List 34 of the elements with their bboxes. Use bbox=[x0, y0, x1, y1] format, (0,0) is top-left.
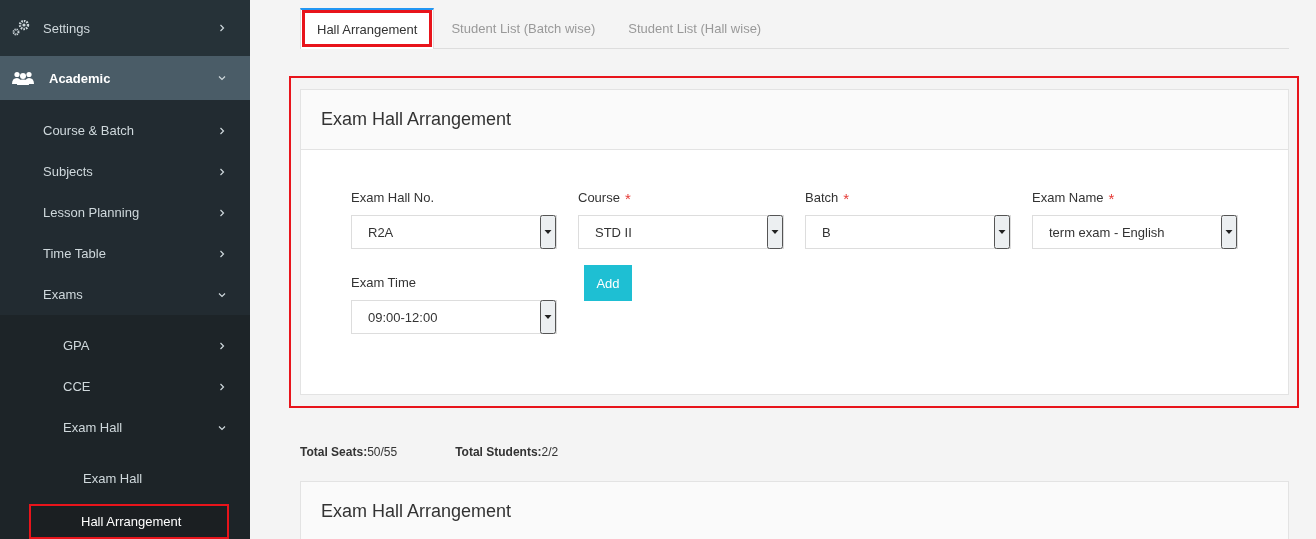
dropdown-icon bbox=[540, 300, 556, 334]
field-label: Course bbox=[578, 190, 620, 207]
total-text: Total Seats:50/55 bbox=[300, 445, 398, 459]
tab[interactable]: Hall Arrangement bbox=[300, 8, 435, 49]
sidebar-item[interactable]: Exam Hall bbox=[0, 407, 250, 448]
select-field[interactable]: B bbox=[805, 215, 1011, 249]
dropdown-icon bbox=[1221, 215, 1237, 249]
select-field[interactable]: STD II bbox=[578, 215, 784, 249]
field-label: Exam Name bbox=[1032, 190, 1104, 207]
sidebar-item[interactable]: Academic bbox=[0, 56, 250, 100]
dropdown-icon bbox=[994, 215, 1010, 249]
sidebar-item[interactable]: Hall Arrangement bbox=[29, 504, 229, 539]
sidebar-item[interactable]: Subjects bbox=[0, 151, 250, 192]
field-label: Exam Time bbox=[351, 275, 416, 292]
select-field[interactable]: R2A bbox=[351, 215, 557, 249]
dropdown-icon bbox=[767, 215, 783, 249]
select-field[interactable]: term exam - English bbox=[1032, 215, 1238, 249]
sidebar-item[interactable]: Settings bbox=[0, 0, 250, 56]
gears-icon bbox=[12, 20, 30, 36]
card-title: Exam Hall Arrangement bbox=[321, 109, 512, 130]
field-label: Exam Hall No. bbox=[351, 190, 435, 207]
select-field[interactable]: 09:00-12:00 bbox=[351, 300, 557, 334]
required-mark: * bbox=[624, 190, 631, 207]
total-text: Total Students:2/2 bbox=[455, 445, 559, 459]
required-mark: * bbox=[843, 190, 850, 207]
sidebar-item[interactable]: Time Table bbox=[0, 233, 250, 274]
required-mark: * bbox=[1108, 190, 1115, 207]
people-icon bbox=[12, 71, 34, 85]
sidebar-item[interactable]: Exams bbox=[0, 274, 250, 315]
card-title: Exam Hall Arrangement bbox=[321, 501, 512, 522]
sidebar-item[interactable]: CCE bbox=[0, 366, 250, 407]
sidebar-item[interactable]: Lesson Planning bbox=[0, 192, 250, 233]
dropdown-icon bbox=[540, 215, 556, 249]
field-label: Batch bbox=[805, 190, 839, 207]
